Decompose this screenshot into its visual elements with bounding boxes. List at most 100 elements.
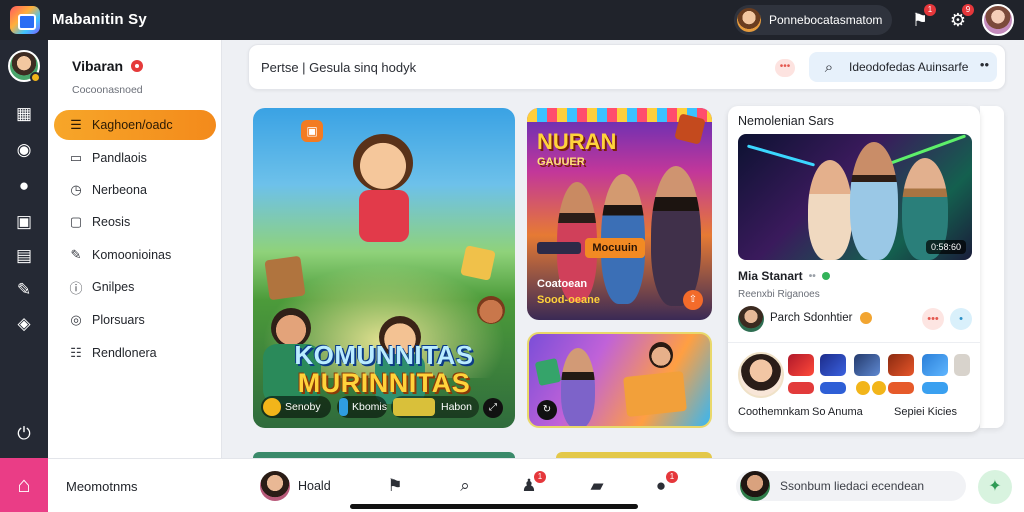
block-shape [460, 245, 496, 281]
sidebar-item-4[interactable]: ✎ Komoonioinas [54, 240, 216, 270]
sidebar-title-text: Vibaran [72, 58, 124, 74]
chat-icon[interactable]: ● [14, 176, 34, 196]
leaf-icon[interactable]: ✎ [14, 280, 34, 300]
account-switcher[interactable]: Ponnebocatasmatom [734, 5, 892, 35]
gear-badge: 9 [962, 4, 974, 16]
power-icon[interactable]: ⏻ [14, 424, 34, 444]
laser-light [746, 144, 816, 167]
more-icon[interactable]: ••• [922, 308, 944, 330]
feature-tag-2[interactable]: Kbomis [337, 396, 387, 418]
user-name: Hoald [298, 479, 331, 493]
refresh-icon[interactable]: ↻ [537, 400, 557, 420]
person-figure [561, 348, 595, 426]
image-icon [339, 398, 348, 416]
breadcrumb: Pertse | Gesula sinq hodyk [261, 60, 417, 75]
thumb-tile[interactable] [954, 354, 970, 376]
thumb-caption [820, 382, 846, 394]
chat-icon[interactable]: ● 1 [650, 471, 678, 497]
rail-avatar[interactable] [8, 50, 41, 83]
sidebar-item-0[interactable]: ☰ Kaghoen/oadc [54, 110, 216, 140]
clock-icon: ◷ [70, 182, 82, 197]
header-bar: Pertse | Gesula sinq hodyk ••• ⌕ Ideodof… [248, 44, 1006, 90]
panel-photo[interactable]: 0:58:60 [738, 134, 972, 260]
user-avatar[interactable] [260, 471, 290, 501]
search-options-icon[interactable]: •• [980, 57, 989, 72]
grid-icon[interactable]: ▦ [14, 104, 34, 124]
poster-icon [674, 113, 706, 145]
person-figure [651, 166, 701, 306]
event-card[interactable]: NURAN GAUUER Mocuuin Coatoean Sood-oeane… [527, 108, 712, 320]
coin-icon [856, 381, 870, 395]
author-name-text: Parch Sdonhtier [770, 312, 853, 325]
fullscreen-icon[interactable]: ⤢ [483, 398, 503, 418]
profile-avatar[interactable] [982, 4, 1014, 36]
child-head [649, 342, 673, 368]
compose-icon[interactable]: ✦ [978, 470, 1012, 504]
sidebar-item-5[interactable]: ⓘ Gnilpes [54, 272, 216, 302]
people-icon[interactable]: ♟ 1 [518, 471, 546, 497]
share-icon[interactable]: • [950, 308, 972, 330]
feature-tag-3[interactable]: Habon [391, 396, 479, 418]
author-name: Parch Sdonhtier [770, 312, 872, 324]
panel-title: Nemolenian Sars [738, 114, 834, 128]
sidebar-item-3[interactable]: ▢ Reosis [54, 207, 216, 237]
bottom-section-label: Meomotnms [66, 479, 138, 494]
folder-icon: ▭ [69, 150, 83, 165]
more-options-icon[interactable]: ••• [775, 59, 795, 77]
character-head [353, 134, 413, 192]
feature-card[interactable]: ▣ KOMUNNITAS MURINNITAS Senoby Kbomis Ha… [253, 108, 515, 428]
panel-footer-right: Sepiei Kicies [894, 406, 957, 418]
online-dot-icon [821, 272, 830, 280]
thumb-tile[interactable] [922, 354, 948, 376]
app-logo-icon[interactable] [10, 6, 40, 34]
treasure-chest-icon [623, 370, 687, 418]
sidebar-item-6[interactable]: ◎ Plorsuars [54, 305, 216, 335]
thumb-tile[interactable] [888, 354, 914, 376]
sidebar-item-label: Komoonioinas [92, 248, 172, 262]
record-icon[interactable]: ◉ [14, 140, 34, 160]
layout-icon[interactable]: ▣ [14, 212, 34, 232]
list-icon: ☰ [70, 117, 82, 132]
feature-tag-label: Habon [441, 401, 472, 413]
author-avatar[interactable] [738, 306, 764, 332]
feature-title: KOMUNNITAS [294, 340, 474, 370]
sidebar-subtitle: Cocoonasnoed [72, 84, 143, 96]
search-icon: ⌕ [824, 58, 834, 76]
sidebar-item-1[interactable]: ▭ Pandlaois [54, 143, 216, 173]
gear-icon[interactable]: ⚙ 9 [946, 4, 974, 32]
sidebar-item-label: Kaghoen/oadc [92, 118, 173, 132]
profile-tile-avatar[interactable] [738, 352, 784, 398]
crate-shape [264, 255, 306, 301]
flag-icon[interactable]: ⚑ [384, 475, 406, 497]
bookmark-icon[interactable]: ▣ [301, 120, 323, 142]
thumb-caption [922, 382, 948, 394]
thumb-tile[interactable] [854, 354, 880, 376]
search-icon[interactable]: ⌕ [454, 475, 476, 497]
thumb-tile[interactable] [820, 354, 846, 376]
account-avatar [737, 8, 761, 32]
sidebar-item-label: Gnilpes [92, 280, 135, 294]
gift-card[interactable]: ↻ [527, 332, 712, 428]
thumb-tile[interactable] [788, 354, 814, 376]
message-composer[interactable]: Ssonbum liedaci ecendean [736, 471, 966, 501]
people-badge: 1 [534, 471, 546, 483]
sidebar-item-2[interactable]: ◷ Nerbeona [54, 175, 216, 205]
tag-shape [537, 242, 581, 254]
flag-icon[interactable]: ⚑ 1 [908, 4, 936, 32]
home-icon[interactable]: ⌂ [0, 458, 48, 512]
person-figure [808, 160, 852, 260]
search-input[interactable]: ⌕ Ideodofedas Auinsarfe •• [809, 52, 997, 82]
home-indicator[interactable] [350, 504, 638, 509]
sidebar-item-label: Rendlonera [92, 346, 157, 360]
share-icon[interactable]: ⇧ [683, 290, 703, 310]
sidebar-item-7[interactable]: ☷ Rendlonera [54, 338, 216, 368]
badge-icon [393, 398, 435, 416]
puzzle-icon[interactable]: ◈ [14, 314, 34, 334]
coin-icon [263, 398, 281, 416]
feature-tag-1[interactable]: Senoby [261, 396, 331, 418]
target-icon: ◎ [70, 312, 82, 327]
person-figure [850, 142, 898, 260]
box-icon: ▢ [69, 214, 83, 229]
archive-icon[interactable]: ▤ [14, 246, 34, 266]
bookmark-icon[interactable]: ▰ [586, 475, 608, 497]
